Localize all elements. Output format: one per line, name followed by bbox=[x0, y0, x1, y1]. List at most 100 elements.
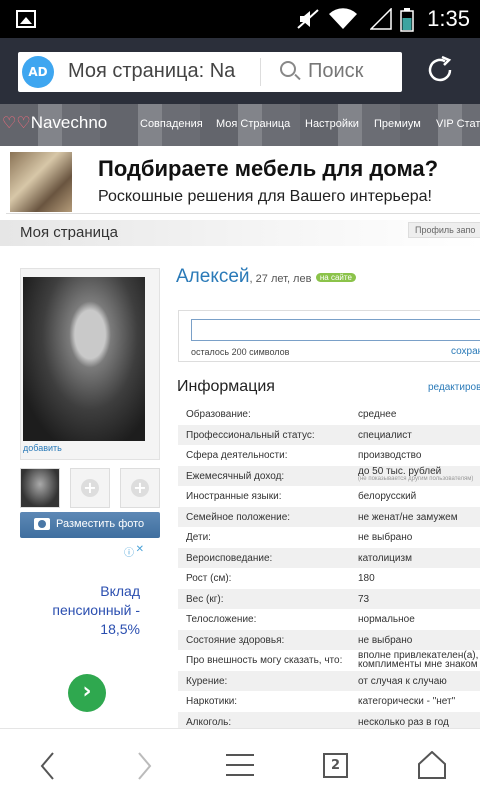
ad-text: Вклад пенсионный - 18,5% bbox=[36, 582, 140, 639]
info-label: Вероисповедание: bbox=[186, 552, 273, 564]
info-label: Ежемесячный доход: bbox=[186, 470, 285, 482]
info-value-text: производство bbox=[358, 450, 422, 461]
ad-text-line: 18,5% bbox=[100, 621, 140, 637]
edit-info-link[interactable]: редактиров bbox=[428, 382, 480, 393]
info-value-text: комплименты мне знаком bbox=[358, 659, 478, 670]
signal-icon bbox=[370, 8, 392, 30]
info-row: Рост (см): 180 bbox=[178, 568, 480, 589]
info-value: от случая к случаю bbox=[358, 676, 447, 687]
info-row: Про внешность могу сказать, что: вполне п… bbox=[178, 650, 480, 671]
reload-icon[interactable] bbox=[424, 54, 456, 86]
info-row: Семейное положение: не женат/не замужем bbox=[178, 506, 480, 527]
info-value-text: католицизм bbox=[358, 552, 412, 564]
post-photo-button[interactable]: Разместить фото bbox=[20, 512, 160, 538]
info-value: не выбрано bbox=[358, 532, 412, 543]
status-bar: 1:35 bbox=[0, 0, 480, 38]
profile-photo[interactable] bbox=[23, 277, 145, 441]
info-value: 73 bbox=[358, 594, 369, 605]
info-value-text: до 50 тыс. рублей bbox=[358, 465, 442, 477]
info-value-text: не женат/не замужем bbox=[358, 511, 458, 523]
info-value: белорусский bbox=[358, 491, 416, 502]
info-row: Образование: среднее bbox=[178, 404, 480, 425]
ad-image bbox=[10, 152, 72, 212]
info-row: Сфера деятельности: производство bbox=[178, 445, 480, 466]
image-notification-icon bbox=[16, 10, 36, 28]
info-value: до 50 тыс. рублей (не показывается другим… bbox=[358, 465, 473, 483]
adblock-icon[interactable]: AD bbox=[22, 56, 54, 88]
photo-thumbnail[interactable] bbox=[20, 468, 60, 508]
nav-my-page[interactable]: Моя Страница bbox=[216, 118, 290, 130]
nav-settings[interactable]: Настройки bbox=[305, 118, 359, 130]
info-value: нормальное bbox=[358, 614, 415, 625]
nav-matches[interactable]: Совпадения bbox=[140, 118, 203, 130]
info-value-text: от случая к случаю bbox=[358, 675, 447, 687]
tabs-button[interactable]: 2 bbox=[323, 753, 348, 778]
chars-left: осталось 200 символов bbox=[191, 347, 290, 357]
info-row: Телосложение: нормальное bbox=[178, 609, 480, 630]
info-value: не выбрано bbox=[358, 635, 412, 646]
arrow-right-icon[interactable]: › bbox=[68, 674, 106, 712]
home-icon[interactable] bbox=[418, 751, 446, 779]
empty-photo-slot[interactable]: + bbox=[120, 468, 160, 508]
empty-photo-slot[interactable]: + bbox=[70, 468, 110, 508]
info-value: 180 bbox=[358, 573, 375, 584]
ad-close-icon[interactable]: ✕ bbox=[136, 544, 144, 555]
forward-icon[interactable] bbox=[134, 751, 154, 781]
info-value-text: нормальное bbox=[358, 614, 415, 625]
info-row: Наркотики: категорически - "нет" bbox=[178, 691, 480, 712]
info-label: Дети: bbox=[186, 532, 211, 543]
page-title: Моя страница bbox=[20, 224, 118, 241]
deposit-ad[interactable]: ⓘ ✕ Вклад пенсионный - 18,5% › bbox=[36, 544, 146, 728]
site-logo[interactable]: ♡♡Navechno bbox=[2, 113, 107, 133]
online-badge: на сайте bbox=[315, 273, 356, 282]
nav-premium[interactable]: Премиум bbox=[374, 118, 421, 130]
save-status-link[interactable]: сохран bbox=[451, 346, 480, 357]
info-row: Состояние здоровья: не выбрано bbox=[178, 629, 480, 650]
browser-toolbar: AD Моя страница: Na Поиск bbox=[0, 38, 480, 104]
address-bar[interactable]: AD Моя страница: Na Поиск bbox=[18, 52, 402, 92]
info-value: среднее bbox=[358, 409, 396, 420]
info-row: Дети: не выбрано bbox=[178, 527, 480, 548]
info-value-text: несколько раз в год bbox=[358, 716, 449, 728]
wifi-icon bbox=[329, 8, 357, 29]
info-value-text: 73 bbox=[358, 593, 370, 605]
furniture-ad-banner[interactable]: Подбираете мебель для дома? Роскошные ре… bbox=[6, 150, 480, 214]
back-icon[interactable] bbox=[38, 751, 58, 781]
info-label: Профессиональный статус: bbox=[186, 429, 315, 441]
info-label: Состояние здоровья: bbox=[186, 634, 285, 646]
info-value-text: среднее bbox=[358, 409, 397, 420]
info-label: Образование: bbox=[186, 409, 251, 420]
hearts-icon: ♡♡ bbox=[2, 115, 31, 132]
info-value: вполне привлекателен(а), комплименты мне … bbox=[358, 651, 478, 670]
info-row: Иностранные языки: белорусский bbox=[178, 486, 480, 507]
info-label: Сфера деятельности: bbox=[186, 450, 288, 461]
search-input[interactable]: Поиск bbox=[308, 60, 363, 83]
browser-bottom-bar: 2 bbox=[0, 728, 480, 800]
info-label: Наркотики: bbox=[186, 696, 238, 707]
info-label: Курение: bbox=[186, 675, 228, 687]
info-value-text: 180 bbox=[358, 573, 375, 584]
ad-text-line: Вклад bbox=[100, 583, 140, 599]
info-value: католицизм bbox=[358, 553, 412, 564]
battery-icon bbox=[400, 8, 414, 32]
profile-completion-button[interactable]: Профиль запо bbox=[408, 222, 480, 238]
info-label: Телосложение: bbox=[186, 614, 257, 625]
info-row: Вес (кг): 73 bbox=[178, 588, 480, 609]
profile-name-row: Алексей, 27 лет, лев на сайте bbox=[176, 266, 356, 288]
profile-age-sign: , 27 лет, лев bbox=[249, 273, 312, 285]
ad-info-icon[interactable]: ⓘ bbox=[124, 544, 134, 559]
info-value: производство bbox=[358, 450, 421, 461]
add-photo-link[interactable]: добавить bbox=[23, 443, 62, 453]
info-label: Рост (см): bbox=[186, 573, 232, 584]
divider bbox=[260, 58, 261, 86]
info-value-text: белорусский bbox=[358, 491, 417, 502]
status-input[interactable] bbox=[191, 319, 480, 341]
profile-name[interactable]: Алексей bbox=[176, 266, 250, 287]
info-label: Вес (кг): bbox=[186, 593, 224, 605]
info-value-text: не выбрано bbox=[358, 532, 413, 543]
search-icon[interactable] bbox=[280, 61, 296, 77]
post-photo-label: Разместить фото bbox=[56, 518, 145, 530]
page-title-url[interactable]: Моя страница: Na bbox=[68, 60, 248, 83]
nav-vip-status[interactable]: VIP Стат bbox=[436, 118, 480, 130]
menu-icon[interactable] bbox=[226, 751, 254, 779]
